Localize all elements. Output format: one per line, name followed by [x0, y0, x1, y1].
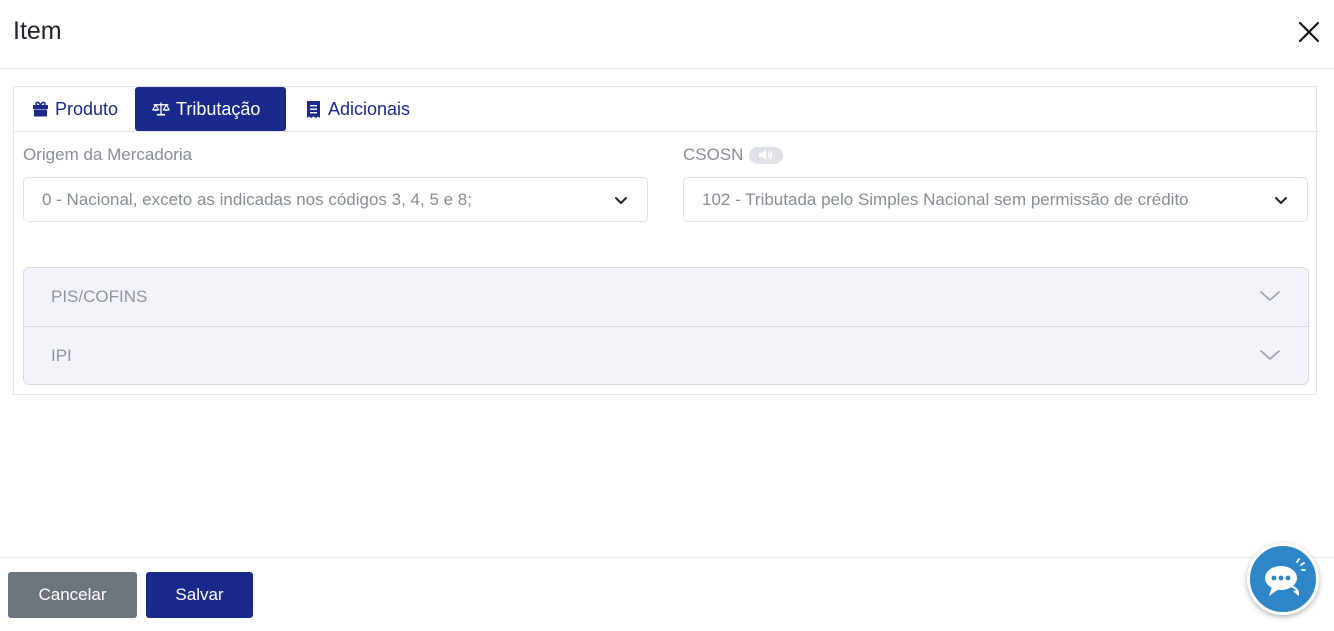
item-modal: Item Produto Tributação Adicionais Orige…: [0, 0, 1334, 631]
chat-bubble-icon: [1265, 558, 1306, 597]
modal-header: Item: [0, 0, 1334, 69]
speaker-icon[interactable]: [749, 146, 784, 164]
csosn-label: CSOSN: [683, 145, 784, 165]
modal-footer: Cancelar Salvar: [0, 557, 1334, 631]
tax-accordion: PIS/COFINS IPI: [23, 267, 1309, 385]
accordion-item-pis-cofins[interactable]: PIS/COFINS: [24, 268, 1308, 326]
origem-label: Origem da Mercadoria: [23, 145, 192, 165]
save-button[interactable]: Salvar: [146, 572, 253, 618]
tab-tributacao[interactable]: Tributação: [135, 87, 286, 131]
accordion-item-label: IPI: [51, 345, 72, 365]
gift-icon: [31, 100, 49, 118]
origem-select-value: 0 - Nacional, exceto as indicadas nos có…: [42, 189, 472, 209]
tributacao-panel: Origem da Mercadoria 0 - Nacional, excet…: [13, 132, 1317, 395]
csosn-select[interactable]: 102 - Tributada pelo Simples Nacional se…: [683, 177, 1308, 222]
cancel-button[interactable]: Cancelar: [8, 572, 137, 618]
receipt-icon: [304, 100, 322, 118]
chat-widget-button[interactable]: [1247, 543, 1319, 615]
modal-title: Item: [13, 17, 62, 45]
origem-label-text: Origem da Mercadoria: [23, 145, 193, 164]
chevron-down-icon: [1275, 197, 1287, 204]
tab-produto-label: Produto: [55, 98, 119, 119]
tab-produto[interactable]: Produto: [31, 87, 118, 131]
close-icon: [1298, 21, 1320, 43]
origem-select[interactable]: 0 - Nacional, exceto as indicadas nos có…: [23, 177, 648, 222]
tab-adicionais-label: Adicionais: [328, 98, 411, 119]
csosn-label-text: CSOSN: [683, 145, 744, 164]
accordion-item-label: PIS/COFINS: [51, 287, 148, 306]
csosn-select-value: 102 - Tributada pelo Simples Nacional se…: [702, 189, 1189, 209]
chevron-down-icon: [615, 197, 627, 204]
balance-scale-icon: [152, 100, 170, 118]
accordion-item-ipi[interactable]: IPI: [24, 326, 1308, 384]
tab-adicionais[interactable]: Adicionais: [304, 87, 410, 131]
tab-tributacao-label: Tributação: [176, 98, 261, 119]
chevron-down-icon: [1260, 350, 1280, 360]
tab-bar: Produto Tributação Adicionais: [13, 86, 1317, 132]
close-button[interactable]: [1295, 18, 1323, 46]
chevron-down-icon: [1260, 291, 1280, 301]
